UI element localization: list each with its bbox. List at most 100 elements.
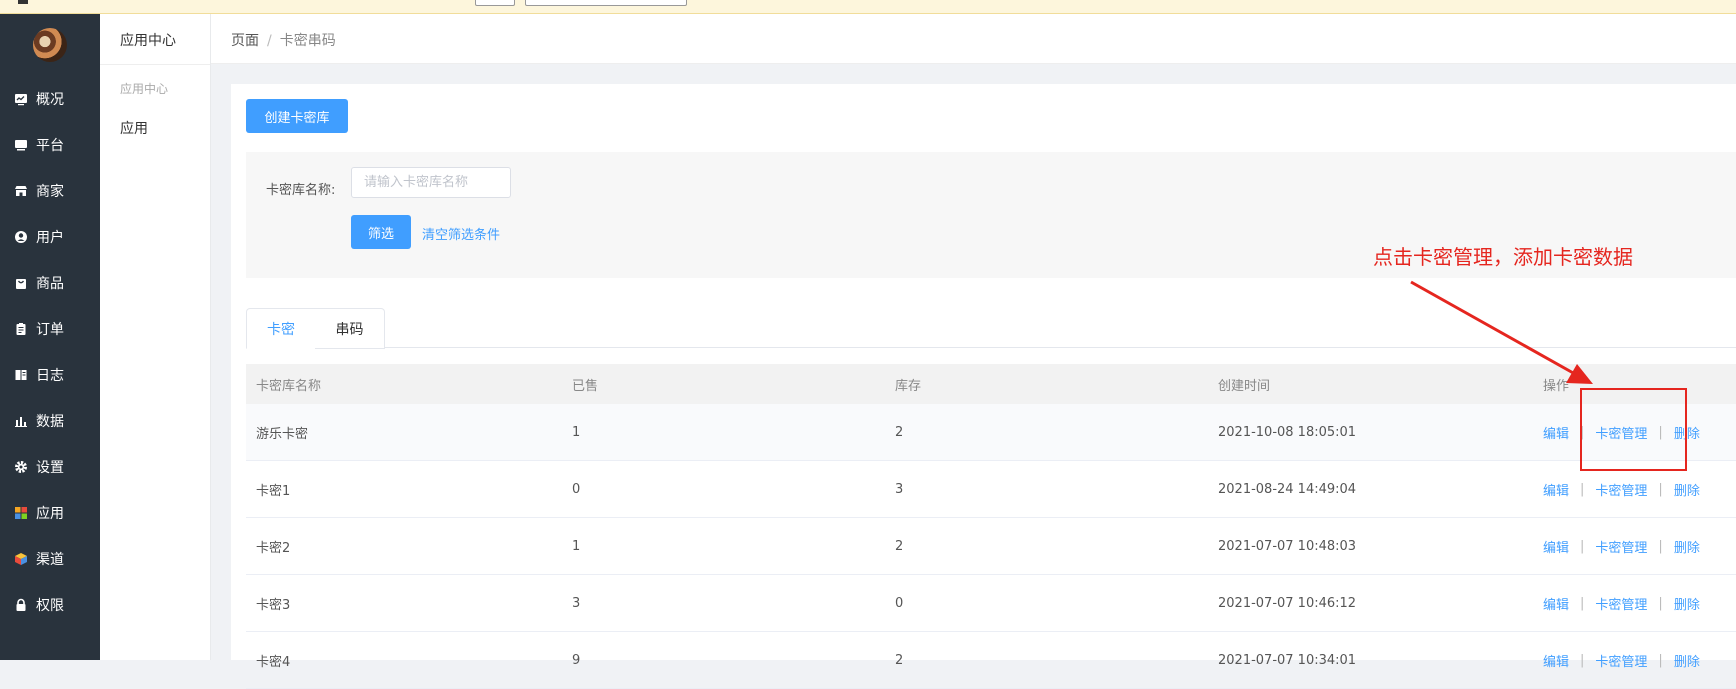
card-manage-link[interactable]: 卡密管理	[1595, 594, 1647, 613]
desktop-icon	[14, 138, 28, 152]
card-manage-link[interactable]: 卡密管理	[1595, 537, 1647, 556]
monitor-chart-icon	[14, 92, 28, 106]
card-manage-link[interactable]: 卡密管理	[1595, 651, 1647, 670]
delete-link[interactable]: 删除	[1674, 651, 1700, 670]
edit-link[interactable]: 编辑	[1543, 537, 1569, 556]
page-header: 页面 / 卡密串码	[211, 14, 1736, 64]
edit-link[interactable]: 编辑	[1543, 480, 1569, 499]
cell-created: 2021-10-08 18:05:01	[1218, 424, 1357, 440]
column-header-created: 创建时间	[1218, 378, 1271, 394]
sidebar-item-label: 设置	[36, 460, 64, 476]
sidebar-item-overview[interactable]: 概况	[0, 76, 100, 122]
edit-link[interactable]: 编辑	[1543, 423, 1569, 442]
edit-link[interactable]: 编辑	[1543, 594, 1569, 613]
cell-stock: 2	[895, 652, 904, 668]
sidebar-item-merchant[interactable]: 商家	[0, 168, 100, 214]
sidebar-item-apps[interactable]: 应用	[0, 490, 100, 536]
breadcrumb-parent[interactable]: 页面	[231, 33, 259, 49]
sidebar-item-label: 平台	[36, 138, 64, 154]
notice-bar-field[interactable]	[525, 0, 687, 6]
tab-card-secret[interactable]: 卡密	[246, 308, 316, 349]
notice-bar-edge	[18, 0, 28, 4]
cell-created: 2021-07-07 10:46:12	[1218, 595, 1357, 611]
breadcrumb-separator: /	[267, 33, 272, 49]
log-book-icon	[14, 368, 28, 382]
sidebar-item-label: 应用	[36, 506, 64, 522]
filter-button[interactable]: 筛选	[351, 215, 411, 249]
action-separator: |	[1658, 595, 1663, 611]
sidebar-item-channel[interactable]: 渠道	[0, 536, 100, 582]
breadcrumb-current: 卡密串码	[279, 33, 336, 49]
annotation-highlight-box	[1580, 388, 1687, 471]
cell-created: 2021-07-07 10:34:01	[1218, 652, 1357, 668]
subnav-title: 应用中心	[120, 33, 176, 49]
sidebar-item-label: 权限	[36, 598, 64, 614]
sidebar-item-log[interactable]: 日志	[0, 352, 100, 398]
avatar-logo[interactable]	[33, 28, 67, 62]
sidebar-item-label: 订单	[36, 322, 64, 338]
breadcrumb: 页面 / 卡密串码	[231, 30, 336, 50]
sidebar-item-label: 日志	[36, 368, 64, 384]
sidebar-item-label: 用户	[36, 230, 64, 246]
sidebar-item-platform[interactable]: 平台	[0, 122, 100, 168]
cell-name: 卡密1	[256, 483, 291, 499]
cell-sold: 1	[572, 424, 581, 440]
table-row: 卡密3 3 0 2021-07-07 10:46:12 编辑 | 卡密管理 | 删除	[246, 575, 1736, 632]
subnav-item-apps[interactable]: 应用	[120, 118, 148, 138]
sidebar-item-goods[interactable]: 商品	[0, 260, 100, 306]
cell-sold: 9	[572, 652, 581, 668]
subnav-divider	[100, 64, 210, 65]
cell-stock: 0	[895, 595, 904, 611]
delete-link[interactable]: 删除	[1674, 594, 1700, 613]
library-name-label: 卡密库名称:	[266, 183, 336, 198]
cell-actions: 编辑 | 卡密管理 | 删除	[1543, 537, 1736, 556]
sidebar-item-settings[interactable]: 设置	[0, 444, 100, 490]
main-sidebar: 概况 平台 商家 用户 商品 订单 日志 数据 设置 应用 渠道 权限	[0, 14, 100, 660]
sidebar-item-label: 渠道	[36, 552, 64, 568]
table-row: 游乐卡密 1 2 2021-10-08 18:05:01 编辑 | 卡密管理 | 删除	[246, 404, 1736, 461]
column-header-stock: 库存	[895, 378, 922, 394]
cube-icon	[14, 552, 28, 566]
delete-link[interactable]: 删除	[1674, 537, 1700, 556]
delete-link[interactable]: 删除	[1674, 480, 1700, 499]
cell-stock: 2	[895, 424, 904, 440]
cell-actions: 编辑 | 卡密管理 | 删除	[1543, 651, 1736, 670]
edit-link[interactable]: 编辑	[1543, 651, 1569, 670]
action-separator: |	[1658, 538, 1663, 554]
table-row: 卡密2 1 2 2021-07-07 10:48:03 编辑 | 卡密管理 | 删除	[246, 518, 1736, 575]
cell-stock: 2	[895, 538, 904, 554]
notice-bar-button[interactable]	[475, 0, 515, 6]
card-manage-link[interactable]: 卡密管理	[1595, 480, 1647, 499]
sidebar-item-label: 概况	[36, 92, 64, 108]
sidebar-item-permission[interactable]: 权限	[0, 582, 100, 628]
sidebar-item-label: 商家	[36, 184, 64, 200]
sidebar-item-user[interactable]: 用户	[0, 214, 100, 260]
sidebar-item-label: 数据	[36, 414, 64, 430]
action-separator: |	[1580, 595, 1585, 611]
bar-chart-icon	[14, 414, 28, 428]
lock-icon	[14, 598, 28, 612]
tab-serial-code[interactable]: 串码	[315, 308, 385, 349]
table-row: 卡密4 9 2 2021-07-07 10:34:01 编辑 | 卡密管理 | 删除	[246, 632, 1736, 689]
cell-sold: 3	[572, 595, 581, 611]
sidebar-item-data[interactable]: 数据	[0, 398, 100, 444]
cell-actions: 编辑 | 卡密管理 | 删除	[1543, 594, 1736, 613]
app-grid-icon	[14, 506, 28, 520]
library-name-input[interactable]	[351, 167, 511, 198]
sidebar-item-order[interactable]: 订单	[0, 306, 100, 352]
secondary-sidebar: 应用中心 应用中心 应用	[100, 14, 211, 660]
subnav-group-label: 应用中心	[120, 82, 169, 96]
browser-notice-bar	[0, 0, 1736, 14]
cell-stock: 3	[895, 481, 904, 497]
table-row: 卡密1 0 3 2021-08-24 14:49:04 编辑 | 卡密管理 | 删除	[246, 461, 1736, 518]
cell-sold: 1	[572, 538, 581, 554]
cell-sold: 0	[572, 481, 581, 497]
create-card-library-button[interactable]: 创建卡密库	[246, 99, 348, 133]
action-separator: |	[1658, 652, 1663, 668]
cell-actions: 编辑 | 卡密管理 | 删除	[1543, 480, 1736, 499]
clear-filter-link[interactable]: 清空筛选条件	[422, 224, 500, 243]
card-library-table: 卡密库名称 已售 库存 创建时间 操作 游乐卡密 1 2 2021-10-08 …	[246, 364, 1736, 689]
user-icon	[14, 230, 28, 244]
shopping-bag-icon	[14, 276, 28, 290]
action-separator: |	[1580, 481, 1585, 497]
